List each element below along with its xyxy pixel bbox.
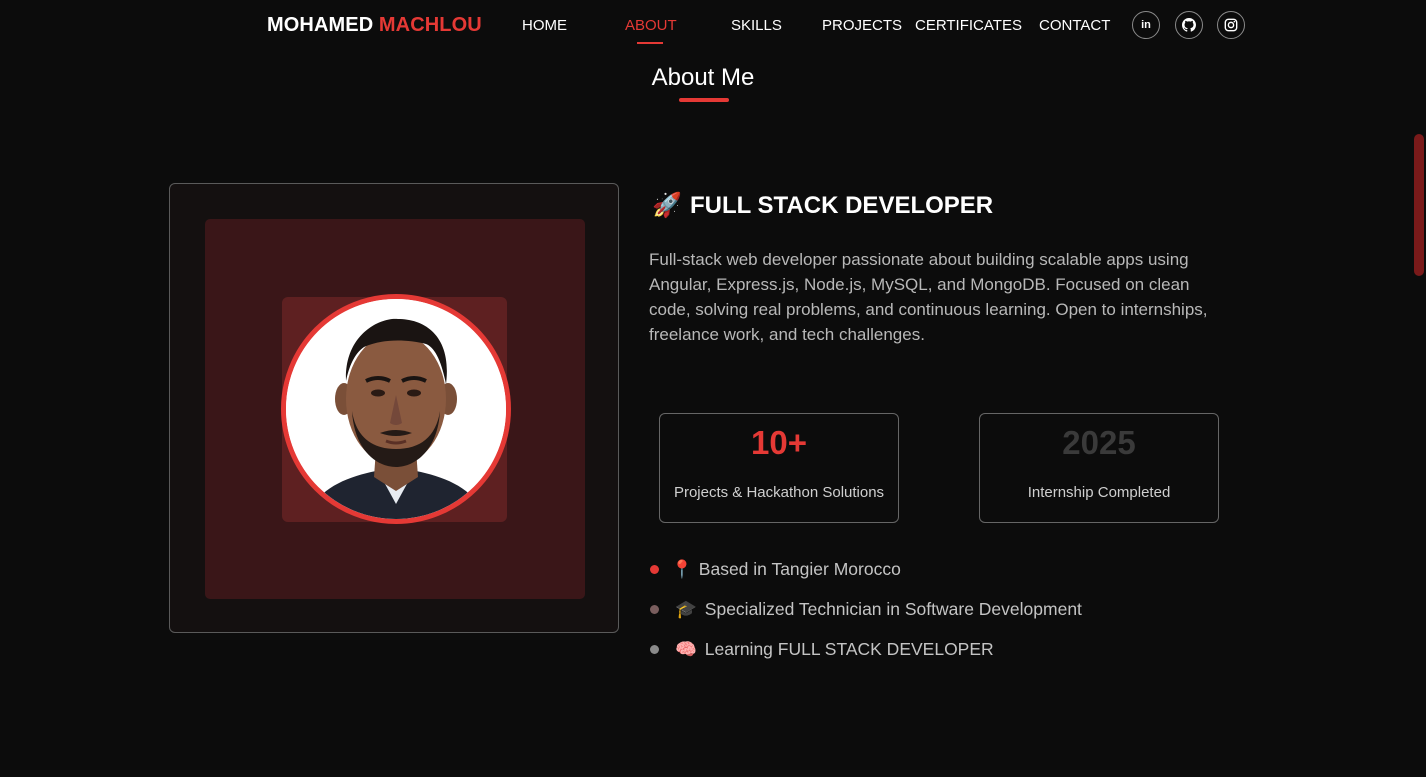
stat-label: Internship Completed	[1027, 484, 1171, 501]
graduation-cap-icon: 🎓	[675, 599, 697, 619]
pin-icon: 📍	[671, 559, 693, 579]
nav-home[interactable]: HOME	[522, 17, 567, 34]
nav-projects[interactable]: PROJECTS	[822, 17, 902, 34]
profile-photo-image	[286, 299, 506, 519]
role-title: FULL STACK DEVELOPER	[690, 192, 994, 219]
profile-photo-card	[169, 183, 619, 633]
bullet-dot	[650, 565, 659, 575]
section-title: About Me	[651, 64, 755, 91]
stat-label: Projects & Hackathon Solutions	[673, 484, 885, 501]
brand-last-name: MACHLOU	[378, 14, 482, 36]
scrollbar-thumb[interactable]	[1414, 134, 1424, 276]
role-heading: 🚀 FULL STACK DEVELOPER	[652, 191, 993, 220]
brain-icon: 🧠	[675, 639, 697, 659]
title-underline	[679, 98, 729, 102]
github-button[interactable]	[1175, 11, 1203, 39]
fact-text: Learning FULL STACK DEVELOPER	[704, 639, 994, 659]
brand-first-name: MOHAMED	[267, 14, 374, 36]
fact-text: Specialized Technician in Software Devel…	[704, 599, 1082, 619]
photo-frame	[205, 219, 585, 599]
bullet-dot	[650, 605, 659, 615]
fact-education: 🎓 Specialized Technician in Software Deve…	[649, 599, 1082, 620]
fact-text: Based in Tangier Morocco	[698, 559, 901, 579]
nav-skills[interactable]: SKILLS	[731, 17, 782, 34]
fact-learning: 🧠 Learning FULL STACK DEVELOPER	[649, 639, 994, 660]
stat-card-projects: 10+ Projects & Hackathon Solutions	[659, 413, 899, 523]
nav-about[interactable]: ABOUT	[625, 17, 677, 34]
nav-active-indicator	[637, 42, 663, 44]
bio-paragraph: Full-stack web developer passionate abou…	[649, 250, 1208, 344]
nav-contact[interactable]: CONTACT	[1039, 17, 1110, 34]
instagram-icon	[1224, 18, 1238, 32]
stat-value: 10+	[751, 424, 807, 461]
github-icon	[1182, 18, 1196, 32]
page-scrollbar[interactable]	[1412, 0, 1426, 777]
nav-certificates[interactable]: CERTIFICATES	[915, 17, 1022, 34]
brand-logo[interactable]: MOHAMED MACHLOU	[267, 14, 482, 37]
linkedin-button[interactable]: in	[1132, 11, 1160, 39]
stat-value: 2025	[1062, 424, 1136, 461]
linkedin-icon: in	[1141, 19, 1151, 31]
bullet-dot	[650, 645, 659, 655]
rocket-icon: 🚀	[652, 192, 682, 219]
avatar	[281, 294, 511, 524]
instagram-button[interactable]	[1217, 11, 1245, 39]
fact-location: 📍 Based in Tangier Morocco	[649, 559, 901, 580]
stat-card-internship: 2025 Internship Completed	[979, 413, 1219, 523]
